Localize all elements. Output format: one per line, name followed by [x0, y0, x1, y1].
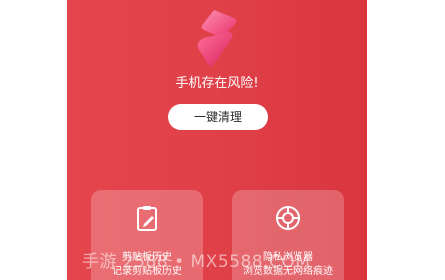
lightning-logo-icon: [197, 10, 237, 66]
browser-globe-icon: [276, 206, 300, 230]
clipboard-pencil-icon: [137, 206, 157, 231]
risk-status-text: 手机存在风险!: [175, 76, 259, 91]
watermark-text: 手游 2588 • MX5588.COM: [82, 252, 311, 272]
app-screen: 手机存在风险! 一键清理 剪贴板历史 记录剪贴板历史 隐私浏览器 浏览数据无网络…: [67, 0, 367, 280]
one-click-clean-button[interactable]: 一键清理: [168, 104, 268, 130]
